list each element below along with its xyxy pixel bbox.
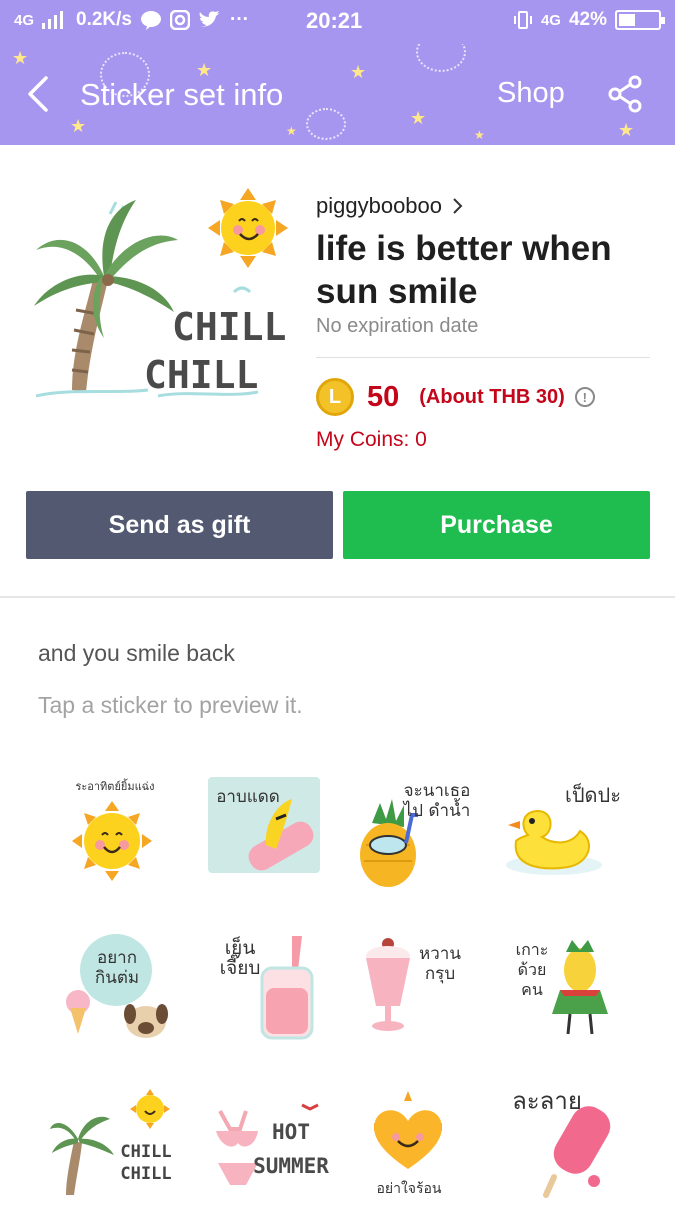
vibrate-icon [513, 11, 532, 29]
decor-doodle [306, 108, 346, 140]
sticker-grid: ระอาทิตย์ยิ้มแฉ่ง อาบแดด จะนาเธอ ไป ดำน้… [40, 765, 640, 1200]
sticker-label: ระอาทิตย์ยิ้มแฉ่ง [75, 780, 155, 793]
sticker-label: อยาก กินต่ม [94, 948, 140, 988]
star-icon: ★ [350, 62, 367, 82]
network-speed: 0.2K/s [76, 9, 132, 30]
sticker-label: เกาะ ด้วย คน [515, 940, 549, 999]
shop-link[interactable]: Shop [497, 77, 565, 110]
sticker-label: HOT SUMMER [253, 1120, 329, 1178]
star-icon: ★ [12, 48, 29, 68]
line-coin-icon: L [316, 378, 354, 416]
sticker-ice-cream-dog[interactable]: อยาก กินต่ม [60, 930, 200, 1050]
sticker-swimsuit[interactable]: HOT SUMMER [206, 1085, 346, 1205]
star-icon: ★ [618, 120, 635, 140]
network-indicator: 4G [14, 11, 35, 29]
sticker-rubber-duck[interactable]: เป็ดปะ [502, 775, 642, 895]
battery-percent: 42% [568, 9, 607, 30]
instagram-icon [170, 10, 190, 30]
sticker-palm-sun[interactable]: CHILL CHILL [50, 1085, 194, 1205]
twitter-icon [199, 11, 220, 27]
star-icon: ★ [474, 128, 485, 142]
price-row: L 50 (About THB 30) ! [316, 378, 595, 416]
battery-icon [615, 10, 665, 30]
my-coins-balance: My Coins: 0 [316, 428, 427, 451]
sticker-smoothie-jar[interactable]: เย็น เจี๊ยบ [206, 930, 346, 1050]
sticker-smiling-sun[interactable]: ระอาทิตย์ยิ้มแฉ่ง [60, 775, 200, 895]
preview-hint: Tap a sticker to preview it. [38, 692, 303, 718]
sticker-label: ละลาย [512, 1087, 582, 1115]
share-icon[interactable] [606, 74, 644, 114]
sticker-melting-popsicle[interactable]: ละลาย [498, 1085, 638, 1205]
sticker-label: หวาน กรุบ [419, 944, 461, 984]
sticker-set-name: life is better when sun smile [316, 229, 612, 311]
star-icon: ★ [410, 108, 427, 128]
chill-text-1: CHILL [172, 305, 286, 349]
star-icon: ★ [286, 124, 297, 138]
palm-tree-sun-illustration: CHILL CHILL [34, 188, 288, 398]
chill-text-2: CHILL [144, 353, 258, 397]
decor-doodle [416, 44, 466, 72]
back-arrow-icon[interactable] [22, 74, 56, 114]
section-divider [0, 596, 675, 598]
app-header: ★ ★ ★ ★ ★ ★ ★ ★ Sticker set info Shop [0, 44, 675, 145]
sticker-banana-sunbathing[interactable]: อาบแดด [206, 775, 346, 895]
status-bar: 4G 0.2K/s ··· 20:21 4G 42% [0, 0, 675, 44]
price-coins: 50 [367, 380, 400, 413]
purchase-button[interactable]: Purchase [343, 491, 650, 559]
sticker-milkshake[interactable]: หวาน กรุบ [352, 930, 492, 1050]
sticker-label: จะนาเธอ ไป ดำน้ำ [403, 781, 471, 821]
network-indicator-right: 4G [540, 11, 561, 29]
expiration-info: No expiration date [316, 315, 479, 337]
chevron-right-icon [453, 198, 463, 214]
sticker-label: อย่าใจร้อน [376, 1181, 442, 1197]
signal-icon [42, 11, 64, 29]
sticker-pineapple-snorkel[interactable]: จะนาเธอ ไป ดำน้ำ [352, 775, 492, 895]
divider [316, 357, 650, 358]
send-as-gift-button[interactable]: Send as gift [26, 491, 333, 559]
more-icon: ··· [230, 9, 249, 30]
sticker-heart-sun[interactable]: อย่าใจร้อน [358, 1085, 498, 1205]
sticker-label: เย็น เจี๊ยบ [219, 937, 261, 979]
line-app-icon [141, 11, 161, 30]
page-title: Sticker set info [80, 77, 284, 112]
sticker-set-main-image: CHILL CHILL [28, 180, 290, 410]
price-approx: (About THB 30) [419, 385, 565, 408]
sticker-set-description: and you smile back [38, 640, 235, 666]
author-name: piggybooboo [316, 193, 443, 218]
star-icon: ★ [70, 116, 87, 136]
author-link[interactable]: piggybooboo [316, 193, 464, 219]
sticker-label: อาบแดด [216, 787, 280, 807]
info-icon[interactable]: ! [574, 387, 595, 407]
sticker-label: CHILL CHILL [120, 1142, 172, 1184]
sticker-label: เป็ดปะ [565, 783, 621, 807]
clock: 20:21 [306, 8, 363, 33]
sticker-hula-corn[interactable]: เกาะ ด้วย คน [502, 930, 642, 1050]
